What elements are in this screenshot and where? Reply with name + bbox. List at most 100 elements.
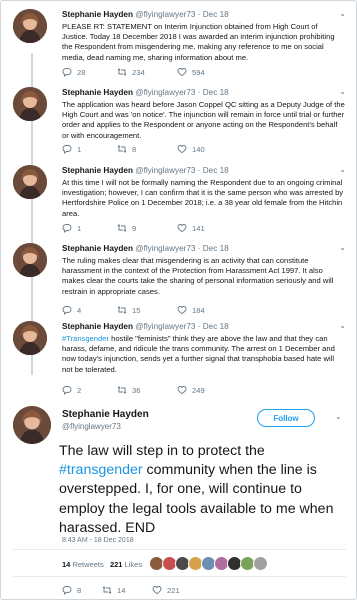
- tweet-date[interactable]: · Dec 18: [198, 10, 229, 19]
- author-name[interactable]: Stephanie Hayden: [62, 166, 133, 175]
- avatar[interactable]: [13, 321, 47, 355]
- retweet-icon: [117, 306, 127, 314]
- retweet-icon: [117, 145, 127, 153]
- reply-button[interactable]: 2: [62, 385, 81, 395]
- reply-icon: [62, 224, 72, 233]
- like-button[interactable]: 140: [177, 144, 205, 154]
- tweet-actions: 1 8 140: [62, 144, 262, 156]
- reply-count: 2: [77, 385, 82, 395]
- divider: [13, 549, 346, 550]
- retweet-button[interactable]: 36: [117, 385, 140, 395]
- like-count: 594: [192, 67, 205, 77]
- tweet-header: Stephanie Hayden @flyinglawyer73 · Dec 1…: [62, 87, 229, 98]
- retweet-icon: [117, 224, 127, 232]
- retweet-button[interactable]: 8: [117, 144, 136, 154]
- like-icon: [152, 586, 162, 595]
- like-button[interactable]: 249: [177, 385, 205, 395]
- retweet-icon: [102, 586, 112, 594]
- like-button[interactable]: 594: [177, 67, 205, 77]
- tweet-thread-frame: Stephanie Hayden @flyinglawyer73 · Dec 1…: [0, 0, 357, 600]
- author-handle[interactable]: @flyinglawyer73: [135, 244, 195, 253]
- avatar[interactable]: [13, 165, 47, 199]
- caret-down-icon[interactable]: ⌄: [339, 243, 346, 252]
- avatar[interactable]: [13, 87, 47, 121]
- main-tweet-text: The law will step in to protect the #tra…: [59, 442, 349, 538]
- retweet-button[interactable]: 15: [117, 305, 140, 315]
- avatar[interactable]: [13, 243, 47, 277]
- tweet-text: PLEASE RT: STATEMENT on Interim Injuncti…: [62, 22, 335, 62]
- author-name[interactable]: Stephanie Hayden: [62, 10, 133, 19]
- like-count: 140: [192, 144, 205, 154]
- tweet-header: Stephanie Hayden @flyinglawyer73 · Dec 1…: [62, 165, 229, 176]
- caret-down-icon[interactable]: ⌄: [339, 321, 346, 330]
- reply-button[interactable]: 1: [62, 223, 81, 233]
- tweet-header: Stephanie Hayden @flyinglawyer73 · Dec 1…: [62, 321, 229, 332]
- retweet-count: 9: [132, 223, 137, 233]
- hashtag-link[interactable]: #transgender: [59, 462, 143, 478]
- retweets-label[interactable]: Retweets: [72, 560, 103, 569]
- retweet-count: 14: [117, 585, 126, 595]
- tweet-date[interactable]: · Dec 18: [198, 244, 229, 253]
- caret-down-icon[interactable]: ⌄: [339, 87, 346, 96]
- tweet-date[interactable]: · Dec 18: [198, 322, 229, 331]
- likes-total[interactable]: 221: [110, 560, 123, 569]
- tweet-text: The application was heard before Jason C…: [62, 100, 345, 140]
- like-button[interactable]: 141: [177, 223, 205, 233]
- retweet-button[interactable]: 234: [117, 67, 145, 77]
- caret-down-icon[interactable]: ⌄: [335, 412, 342, 421]
- retweet-icon: [117, 68, 127, 76]
- tweet-text: The ruling makes clear that misgendering…: [62, 256, 334, 296]
- reply-icon: [62, 145, 72, 154]
- engagement-stats: 14 Retweets 221 Likes: [62, 560, 142, 569]
- reply-button[interactable]: 1: [62, 144, 81, 154]
- retweet-button[interactable]: 14: [102, 585, 125, 595]
- like-count: 141: [192, 223, 205, 233]
- tweet-text: #Transgender hostile "feminists" think t…: [62, 334, 345, 375]
- reply-count: 1: [77, 144, 82, 154]
- like-icon: [177, 306, 187, 315]
- tweet-date[interactable]: · Dec 18: [198, 88, 229, 97]
- retweets-total[interactable]: 14: [62, 560, 70, 569]
- follow-button[interactable]: Follow: [257, 409, 315, 427]
- like-icon: [177, 386, 187, 395]
- author-name[interactable]: Stephanie Hayden: [62, 244, 133, 253]
- like-icon: [177, 145, 187, 154]
- reply-icon: [62, 68, 72, 77]
- retweet-icon: [117, 386, 127, 394]
- reply-button[interactable]: 28: [62, 67, 85, 77]
- author-name[interactable]: Stephanie Hayden: [62, 322, 133, 331]
- main-text-before: The law will step in to protect the: [59, 443, 265, 459]
- reply-count: 1: [77, 223, 82, 233]
- author-name[interactable]: Stephanie Hayden: [62, 88, 133, 97]
- retweet-button[interactable]: 9: [117, 223, 136, 233]
- reply-count: 8: [77, 585, 82, 595]
- hashtag-link[interactable]: #Transgender: [62, 334, 109, 343]
- tweet-actions: 4 15 184: [62, 305, 262, 317]
- reply-button[interactable]: 4: [62, 305, 81, 315]
- like-button[interactable]: 221: [152, 585, 180, 595]
- retweet-count: 8: [132, 144, 137, 154]
- author-handle[interactable]: @flyinglawyer73: [135, 166, 195, 175]
- like-count: 249: [192, 385, 205, 395]
- likes-label[interactable]: Likes: [125, 560, 143, 569]
- like-button[interactable]: 184: [177, 305, 205, 315]
- main-author-handle[interactable]: @flyinglawyer73: [62, 422, 121, 431]
- reply-icon: [62, 386, 72, 395]
- author-handle[interactable]: @flyinglawyer73: [135, 10, 195, 19]
- main-author-name[interactable]: Stephanie Hayden: [62, 409, 149, 420]
- tweet-actions: 28 234 594: [62, 67, 262, 79]
- divider: [13, 576, 346, 577]
- tweet-date[interactable]: · Dec 18: [198, 166, 229, 175]
- caret-down-icon[interactable]: ⌄: [339, 165, 346, 174]
- reply-count: 4: [77, 305, 82, 315]
- author-handle[interactable]: @flyinglawyer73: [135, 88, 195, 97]
- author-handle[interactable]: @flyinglawyer73: [135, 322, 195, 331]
- reply-button[interactable]: 8: [62, 585, 81, 595]
- caret-down-icon[interactable]: ⌄: [339, 9, 346, 18]
- tweet-timestamp[interactable]: 8:43 AM - 18 Dec 2018: [62, 537, 134, 544]
- reply-icon: [62, 586, 72, 595]
- liker-avatars: [149, 556, 268, 571]
- liker-avatar[interactable]: [253, 556, 268, 571]
- avatar[interactable]: [13, 9, 47, 43]
- main-avatar[interactable]: [13, 406, 51, 444]
